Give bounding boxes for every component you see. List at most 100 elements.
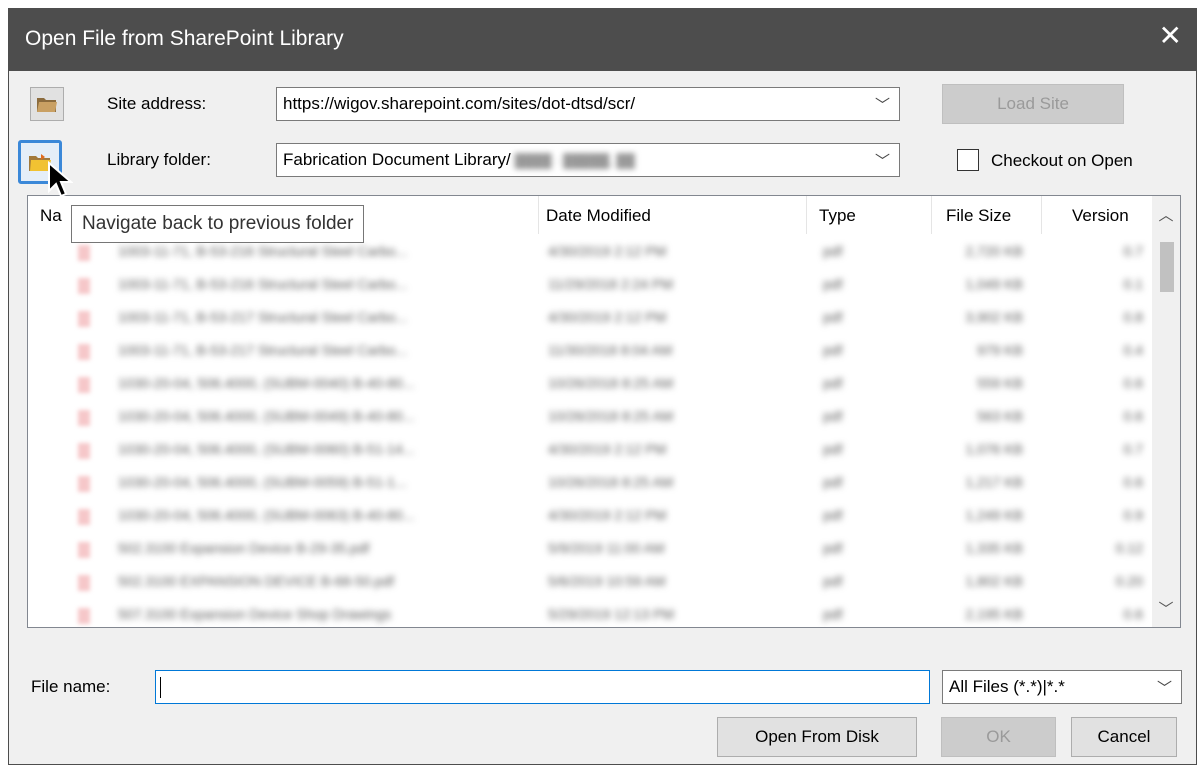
file-date: 5/6/2019 10:59 AM xyxy=(548,573,666,589)
file-name: 502.3100 EXPANSION DEVICE B-68-50.pdf xyxy=(118,573,394,589)
site-folder-button[interactable] xyxy=(30,87,64,121)
file-row[interactable]: 1030-20-04, 506.4000, (SUBM-0049) B-40-8… xyxy=(28,401,1152,434)
column-name[interactable]: Na xyxy=(40,206,62,226)
file-size: 559 KB xyxy=(977,375,1023,391)
file-type: pdf xyxy=(823,342,843,358)
file-row[interactable]: 507.3100 Expansion Device Shop Drawings 5… xyxy=(28,599,1152,627)
file-version: 0.7 xyxy=(1123,441,1143,457)
file-name: 502.3100 Expansion Device B-29-35.pdf xyxy=(118,540,370,556)
library-folder-combo[interactable]: Fabrication Document Library/████ · ████… xyxy=(276,143,900,177)
file-version: 0.4 xyxy=(1123,342,1143,358)
vertical-scrollbar[interactable]: ︿ ﹀ xyxy=(1152,196,1180,627)
file-type: pdf xyxy=(823,474,843,490)
file-name: 1003-11-71, B-53-216 Structural Steel Ca… xyxy=(118,243,408,259)
file-version: 0.8 xyxy=(1123,309,1143,325)
site-address-combo[interactable]: https://wigov.sharepoint.com/sites/dot-d… xyxy=(276,87,900,121)
window-title: Open File from SharePoint Library xyxy=(25,27,344,50)
cancel-button[interactable]: Cancel xyxy=(1071,717,1177,757)
file-version: 0.6 xyxy=(1123,606,1143,622)
file-row[interactable]: 1003-11-71, B-53-217 Structural Steel Ca… xyxy=(28,302,1152,335)
file-date: 10/26/2018 8:25 AM xyxy=(548,408,674,424)
file-size: 1,802 KB xyxy=(965,573,1023,589)
file-size: 1,217 KB xyxy=(965,474,1023,490)
file-date: 11/30/2018 8:04 AM xyxy=(548,342,673,358)
mouse-pointer-icon xyxy=(48,161,73,198)
file-row[interactable]: 1003-11-71, B-53-217 Structural Steel Ca… xyxy=(28,335,1152,368)
file-name: 1030-20-04, 506.4000, (SUBM-0040) B-40-8… xyxy=(118,375,415,391)
close-icon[interactable]: ✕ xyxy=(1159,22,1182,50)
file-name: 507.3100 Expansion Device Shop Drawings xyxy=(118,606,392,622)
column-divider[interactable] xyxy=(538,196,539,234)
column-file-size[interactable]: File Size xyxy=(946,206,1011,226)
file-date: 4/30/2019 2:12 PM xyxy=(548,309,667,325)
file-type: pdf xyxy=(823,276,843,292)
folder-open-icon xyxy=(37,98,57,112)
sharepoint-open-dialog: Open File from SharePoint Library ✕ Site… xyxy=(8,8,1197,765)
column-divider[interactable] xyxy=(1041,196,1042,234)
file-row[interactable]: 502.3100 EXPANSION DEVICE B-68-50.pdf 5/6… xyxy=(28,566,1152,599)
file-row[interactable]: 1030-20-04, 506.4000, (SUBM-0060) B-51-1… xyxy=(28,434,1152,467)
file-name: 1003-11-71, B-53-216 Structural Steel Ca… xyxy=(118,276,408,292)
file-row[interactable]: 1030-20-04, 506.4000, (SUBM-0063) B-40-8… xyxy=(28,500,1152,533)
file-type: pdf xyxy=(823,375,843,391)
scroll-thumb[interactable] xyxy=(1160,242,1174,292)
open-from-disk-button[interactable]: Open From Disk xyxy=(717,717,917,757)
pdf-file-icon xyxy=(78,410,90,426)
file-size: 563 KB xyxy=(977,408,1023,424)
pdf-file-icon xyxy=(78,245,90,261)
file-type: pdf xyxy=(823,507,843,523)
file-size: 3,902 KB xyxy=(965,309,1023,325)
file-type: pdf xyxy=(823,606,843,622)
pdf-file-icon xyxy=(78,608,90,624)
file-version: 0.6 xyxy=(1123,474,1143,490)
file-date: 11/29/2018 2:24 PM xyxy=(548,276,674,292)
chevron-down-icon[interactable]: ﹀ xyxy=(875,94,890,115)
file-list[interactable]: Na Date Modified Type File Size Version … xyxy=(27,195,1181,628)
file-row[interactable]: 502.3100 Expansion Device B-29-35.pdf 5/9… xyxy=(28,533,1152,566)
chevron-down-icon[interactable]: ﹀ xyxy=(875,150,890,171)
column-type[interactable]: Type xyxy=(819,206,856,226)
pdf-file-icon xyxy=(78,344,90,360)
pdf-file-icon xyxy=(78,509,90,525)
text-caret xyxy=(160,677,161,698)
column-version[interactable]: Version xyxy=(1072,206,1129,226)
file-type: pdf xyxy=(823,573,843,589)
pdf-file-icon xyxy=(78,311,90,327)
file-row[interactable]: 1030-20-04, 506.4000, (SUBM-0059) B-51-1… xyxy=(28,467,1152,500)
checkout-label: Checkout on Open xyxy=(991,151,1133,170)
file-version: 0.9 xyxy=(1123,507,1143,523)
pdf-file-icon xyxy=(78,443,90,459)
library-folder-value: Fabrication Document Library/ xyxy=(283,150,511,169)
ok-button[interactable]: OK xyxy=(941,717,1056,757)
file-type-filter[interactable]: All Files (*.*)|*.* ﹀ xyxy=(942,670,1182,704)
load-site-button[interactable]: Load Site xyxy=(942,84,1124,124)
file-type: pdf xyxy=(823,540,843,556)
chevron-down-icon[interactable]: ﹀ xyxy=(1157,677,1172,698)
scroll-down-icon[interactable]: ﹀ xyxy=(1152,598,1180,619)
column-divider[interactable] xyxy=(806,196,807,234)
file-version: 0.7 xyxy=(1123,243,1143,259)
pdf-file-icon xyxy=(78,476,90,492)
file-size: 1,076 KB xyxy=(965,441,1023,457)
file-row[interactable]: 1030-20-04, 506.4000, (SUBM-0040) B-40-8… xyxy=(28,368,1152,401)
checkout-checkbox[interactable] xyxy=(957,149,979,171)
file-name: 1003-11-71, B-53-217 Structural Steel Ca… xyxy=(118,342,408,358)
file-date: 4/30/2019 2:12 PM xyxy=(548,243,667,259)
file-size: 979 KB xyxy=(977,342,1023,358)
file-size: 2,195 KB xyxy=(965,606,1023,622)
pdf-file-icon xyxy=(78,278,90,294)
file-name: 1003-11-71, B-53-217 Structural Steel Ca… xyxy=(118,309,408,325)
file-name: 1030-20-04, 506.4000, (SUBM-0063) B-40-8… xyxy=(118,507,415,523)
file-size: 1,049 KB xyxy=(965,276,1023,292)
site-address-label: Site address: xyxy=(107,94,207,113)
file-size: 2,720 KB xyxy=(965,243,1023,259)
file-date: 5/29/2019 12:13 PM xyxy=(548,606,675,622)
scroll-up-icon[interactable]: ︿ xyxy=(1152,204,1180,225)
column-date-modified[interactable]: Date Modified xyxy=(546,206,651,226)
file-row[interactable]: 1003-11-71, B-53-216 Structural Steel Ca… xyxy=(28,269,1152,302)
pdf-file-icon xyxy=(78,575,90,591)
file-date: 5/9/2019 11:00 AM xyxy=(548,540,665,556)
column-divider[interactable] xyxy=(931,196,932,234)
redacted-folder-name: ████ · █████, ██ xyxy=(514,153,635,169)
filename-input[interactable] xyxy=(155,670,930,704)
